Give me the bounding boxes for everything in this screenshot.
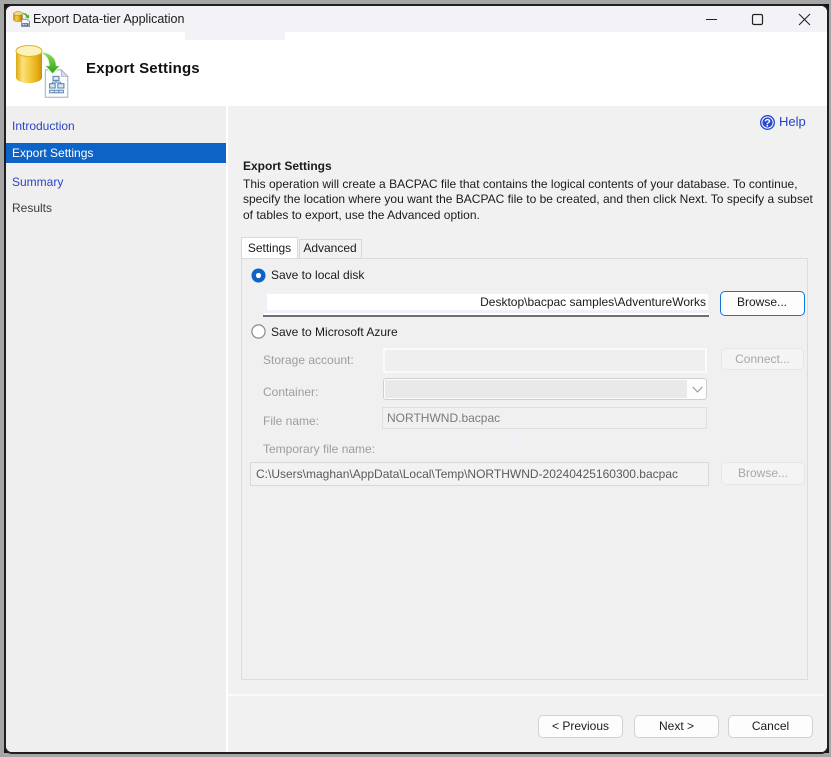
svg-text:?: ? — [764, 117, 771, 129]
